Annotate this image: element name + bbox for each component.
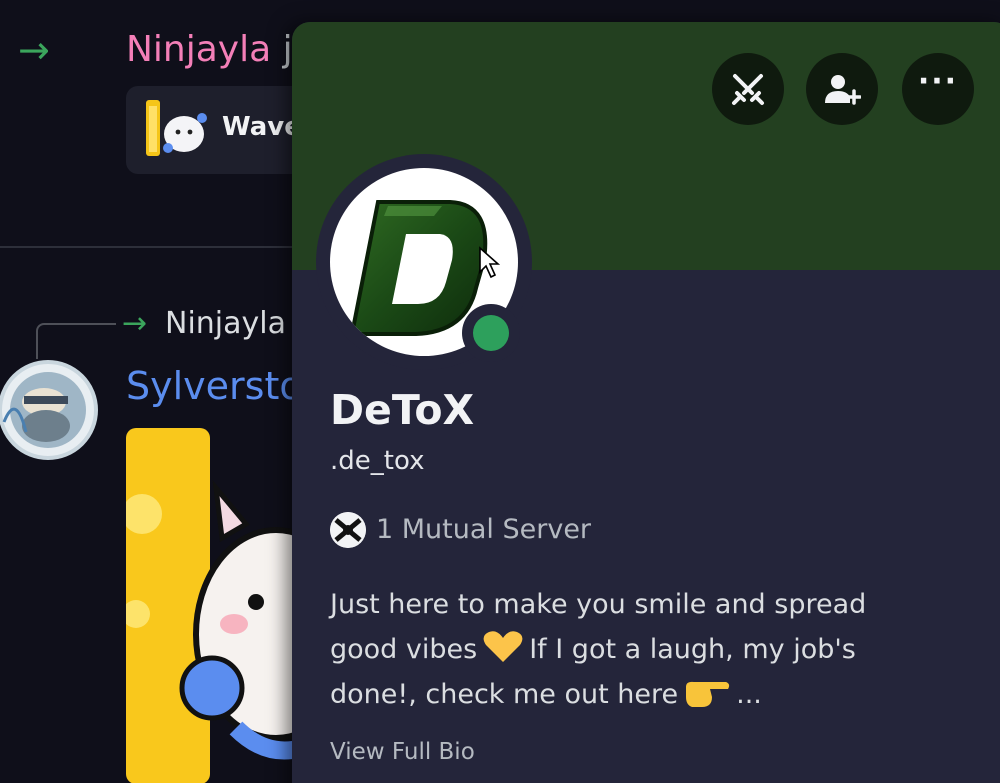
wave-button-label: Wave <box>222 112 302 142</box>
message-divider <box>0 246 300 248</box>
profile-display-name: DeToX <box>330 386 475 434</box>
profile-username[interactable]: .de_tox <box>330 444 424 478</box>
bio-text: If I got a laugh, my job's <box>529 634 856 665</box>
bio-text: good vibes <box>330 634 478 665</box>
view-full-bio-link[interactable]: View Full Bio <box>330 736 475 768</box>
join-arrow-icon: → <box>18 28 50 72</box>
more-dots-icon: ··· <box>917 64 959 99</box>
profile-popout: ··· DeToX .de_tox 1 Mutual Server Just h… <box>292 22 1000 783</box>
pointing-right-icon <box>686 681 730 707</box>
add-friend-button[interactable] <box>806 53 878 125</box>
message-author-name[interactable]: Sylversto <box>126 362 303 410</box>
author-avatar[interactable] <box>0 352 100 466</box>
join-message: Ninjayla j <box>126 26 293 74</box>
add-friend-icon <box>825 75 861 105</box>
mutual-servers-label: 1 Mutual Server <box>376 514 592 545</box>
mutual-servers-link[interactable]: 1 Mutual Server <box>330 512 591 548</box>
server-icon <box>330 512 366 548</box>
online-status-icon <box>473 315 509 351</box>
bio-line: done!, check me out here... <box>330 672 950 717</box>
yellow-heart-icon <box>483 631 523 662</box>
join-username[interactable]: Ninjayla <box>165 304 286 344</box>
sticker-image <box>126 428 302 783</box>
wave-sticker-icon <box>146 100 207 156</box>
game-invite-button[interactable] <box>712 53 784 125</box>
more-options-button[interactable]: ··· <box>902 53 974 125</box>
mouse-cursor-icon <box>479 246 501 279</box>
join-text: j <box>271 29 293 70</box>
bio-line: good vibes If I got a laugh, my job's <box>330 627 950 672</box>
profile-bio: Just here to make you smile and spread g… <box>330 582 950 717</box>
bio-ellipsis: ... <box>736 679 762 710</box>
swords-icon <box>732 74 764 105</box>
bio-line: Just here to make you smile and spread <box>330 589 867 620</box>
bio-text: done!, check me out here <box>330 679 679 710</box>
join-arrow-icon: → <box>122 306 148 341</box>
join-username[interactable]: Ninjayla <box>126 29 271 70</box>
